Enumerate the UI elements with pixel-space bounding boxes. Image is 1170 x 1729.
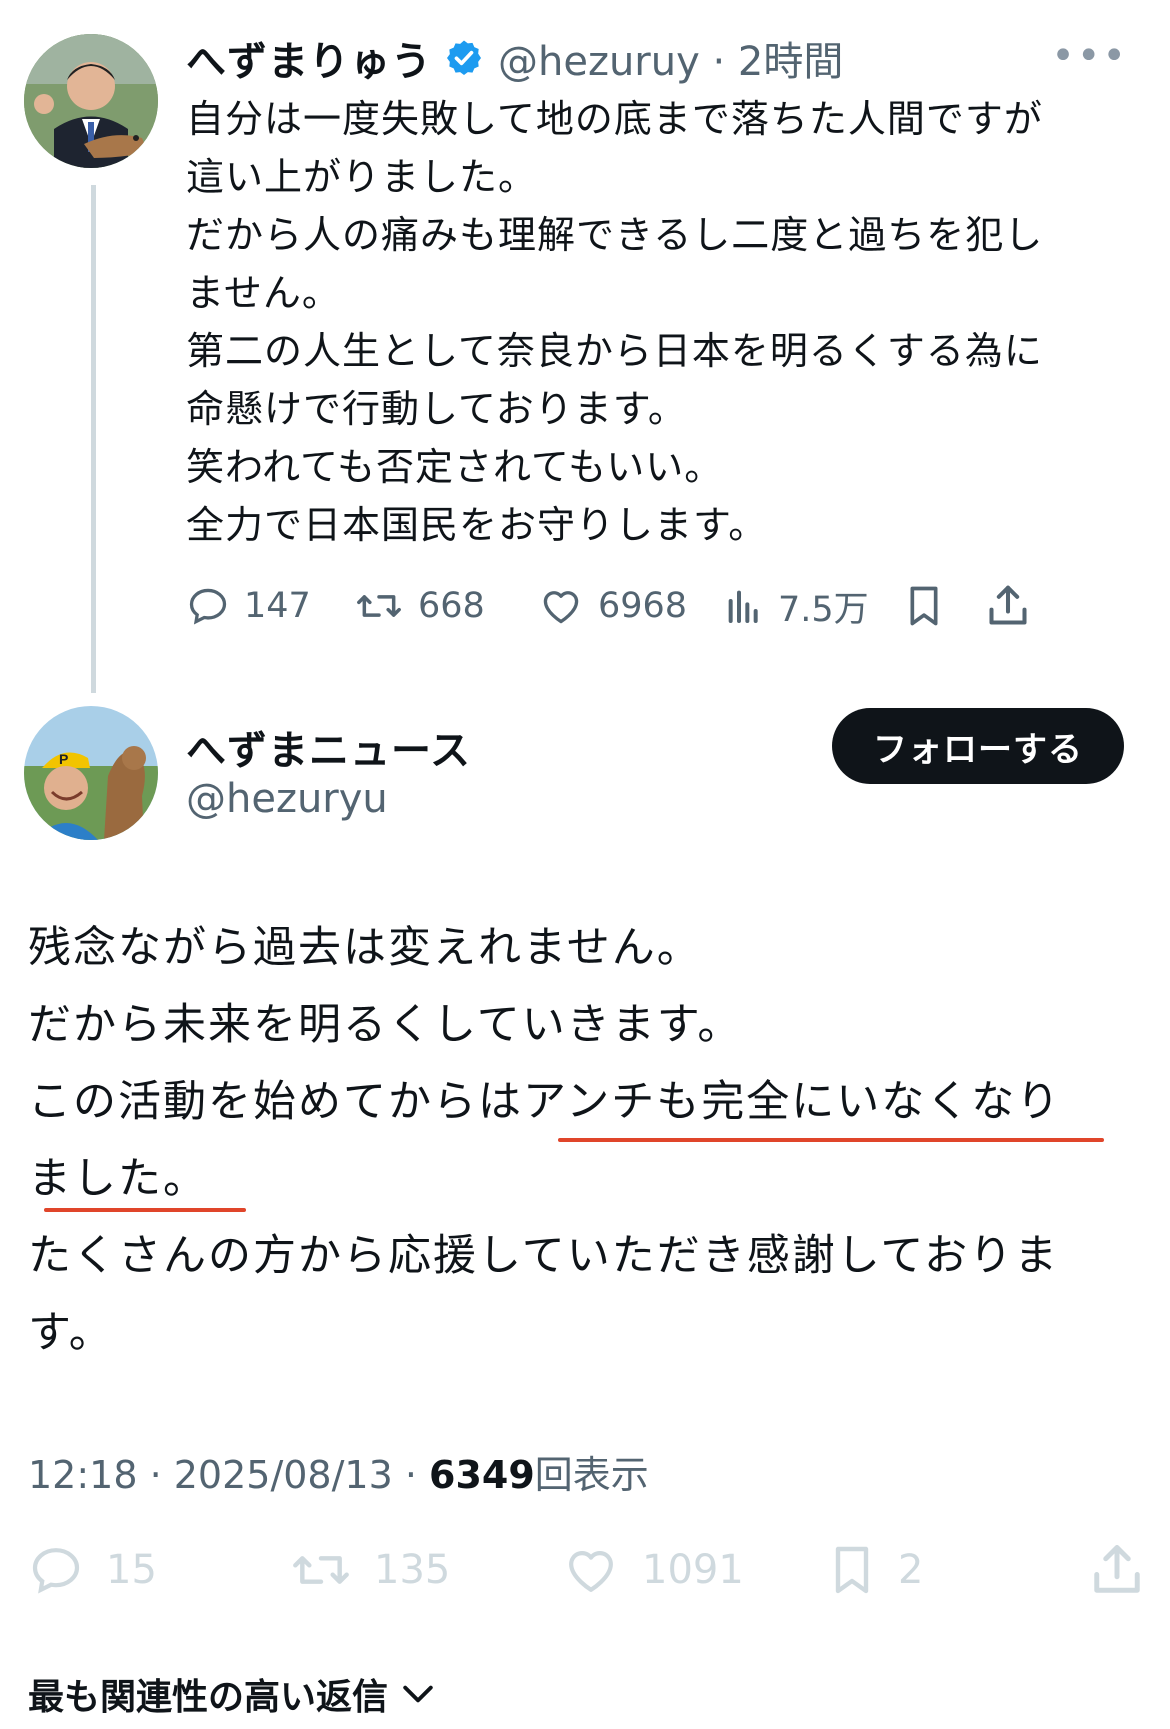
verified-badge-icon: [447, 40, 481, 75]
post1-action-bar: 147 668 6968 7.5万: [186, 578, 1146, 634]
heart-icon: [569, 1551, 613, 1592]
share-icon: [989, 585, 1027, 625]
replies-sort-dropdown[interactable]: 最も関連性の高い返信: [28, 1668, 438, 1720]
post1-line: 命懸けで行動しております。: [186, 387, 687, 431]
post2-line: たくさんの方から応援していただき感謝しておりま: [28, 1231, 1060, 1281]
avatar-hezumaryu[interactable]: [24, 34, 158, 168]
post1-reply-button[interactable]: 147: [186, 578, 311, 634]
post2-repost-button[interactable]: 135: [290, 1538, 450, 1602]
post1-text: 自分は一度失敗して地の底まで落ちた人間ですが 這い上がりました。 だから人の痛み…: [186, 90, 1146, 554]
post2-timestamp[interactable]: 12:18 · 2025/08/13 ·: [28, 1453, 429, 1497]
post2-repost-count: 135: [374, 1547, 451, 1593]
bookmark-icon: [910, 586, 938, 626]
replies-sort-label: 最も関連性の高い返信: [28, 1677, 389, 1718]
heart-icon: [543, 591, 579, 624]
post2-like-button[interactable]: 1091: [562, 1538, 744, 1602]
post2-handle[interactable]: @hezuryu: [186, 776, 388, 822]
post2-line: ました。: [28, 1154, 208, 1204]
avatar-hezuma-news[interactable]: P: [24, 706, 158, 840]
post1-line: 自分は一度失敗して地の底まで落ちた人間ですが: [186, 97, 1043, 141]
post1-reply-count: 147: [244, 586, 311, 626]
post1-repost-button[interactable]: 668: [354, 578, 485, 634]
post2-bookmark-count: 2: [898, 1547, 924, 1593]
post2-view-suffix: 回表示: [534, 1453, 649, 1497]
post2-action-bar: 15 135 1091 2: [28, 1538, 1148, 1602]
views-chart-icon: [728, 590, 758, 623]
repost-icon: [357, 595, 401, 617]
post2-like-count: 1091: [642, 1547, 744, 1593]
post2-line: だから未来を明るくしていきます。: [28, 1000, 743, 1050]
share-icon: [1094, 1545, 1140, 1593]
post1-share-button[interactable]: [986, 578, 1044, 634]
red-underline-annotation: [44, 1208, 246, 1212]
post2-reply-button[interactable]: 15: [28, 1538, 157, 1602]
post2-bookmark-button[interactable]: 2: [828, 1538, 923, 1602]
post2-reply-count: 15: [106, 1547, 157, 1593]
post1-repost-count: 668: [418, 586, 485, 626]
post2-meta: 12:18 · 2025/08/13 · 6349回表示: [28, 1444, 649, 1499]
post1-line: 笑われても否定されてもいい。: [186, 445, 724, 489]
post1-line: 全力で日本国民をお守りします。: [186, 503, 768, 547]
post2-share-button[interactable]: [1090, 1538, 1166, 1602]
follow-button[interactable]: フォローする: [832, 708, 1124, 784]
post1-views-button[interactable]: 7.5万: [724, 578, 869, 634]
red-underline-annotation: [558, 1138, 1104, 1142]
post1-display-name[interactable]: へずまりゅう: [186, 29, 432, 87]
chevron-down-icon: [403, 1685, 433, 1703]
post1-line: 這い上がりました。: [186, 155, 538, 199]
post1-line: 第二の人生として奈良から日本を明るくする為に: [186, 329, 1043, 373]
post2-display-name[interactable]: へずまニュース: [186, 718, 471, 776]
post1-like-count: 6968: [598, 586, 688, 626]
thread-connector-line: [91, 185, 96, 693]
svg-text:P: P: [59, 751, 68, 767]
reply-icon: [189, 588, 227, 625]
post1-bookmark-button[interactable]: [904, 578, 958, 634]
post1-line: だから人の痛みも理解できるし二度と過ちを犯し: [186, 213, 1044, 257]
more-options-icon[interactable]: •••: [1051, 36, 1128, 76]
avatar-photo: [24, 34, 158, 168]
bookmark-icon: [835, 1546, 869, 1594]
post1-views-count: 7.5万: [778, 589, 869, 630]
post2-line: す。: [28, 1308, 114, 1358]
post1-handle-time[interactable]: @hezuruy · 2時間: [498, 29, 843, 87]
post1-line: ません。: [186, 271, 341, 315]
reply-icon: [32, 1548, 80, 1594]
post2-line: 残念ながら過去は変えれません。: [28, 923, 702, 973]
avatar-photo: P: [24, 706, 158, 840]
repost-icon: [293, 1556, 349, 1584]
post2-line: この活動を始めてからはアンチも完全にいなくなり: [28, 1077, 1062, 1127]
post1-header: へずまりゅう @hezuruy · 2時間: [186, 28, 843, 88]
post2-view-count: 6349: [429, 1453, 535, 1497]
post1-like-button[interactable]: 6968: [538, 578, 687, 634]
